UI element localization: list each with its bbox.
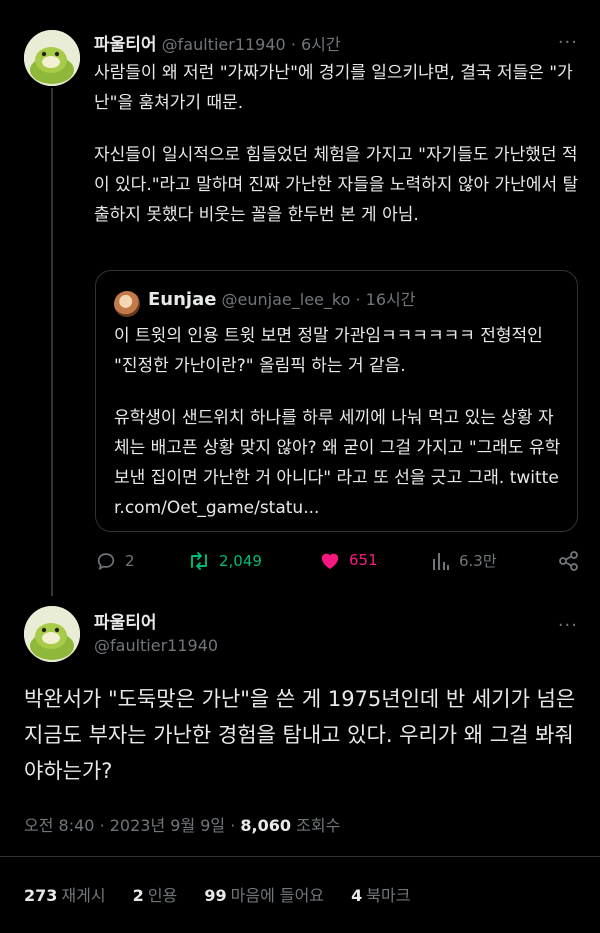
quote-author-name: Eunjae bbox=[148, 289, 217, 310]
author-name[interactable]: 파울티어 bbox=[94, 35, 157, 55]
stat-label: 인용 bbox=[147, 886, 178, 905]
quote-text-paragraph-1: 이 트윗의 인용 트윗 보면 정말 가관임ㅋㅋㅋㅋㅋㅋ 전형적인 "진정한 가난… bbox=[114, 326, 543, 376]
quote-time: 16시간 bbox=[365, 290, 416, 309]
quote-author-avatar bbox=[114, 291, 140, 317]
reply-author-avatar[interactable] bbox=[24, 606, 80, 662]
like-stat[interactable]: 99 마음에 들어요 bbox=[204, 886, 324, 905]
tweet-action-bar: 2 2,049 651 6.3만 bbox=[95, 548, 580, 576]
quoted-tweet[interactable]: Eunjae @eunjae_lee_ko · 16시간 이 트윗의 인용 트윗… bbox=[95, 270, 578, 532]
separator-dot: · bbox=[290, 35, 296, 54]
stat-label: 재게시 bbox=[61, 886, 106, 905]
divider bbox=[0, 856, 600, 857]
thread-line bbox=[51, 88, 53, 596]
quote-text-paragraph-2: 유학생이 샌드위치 하나를 하루 세끼에 나눠 먹고 있는 상황 자체는 배고픈… bbox=[114, 408, 561, 518]
like-count: 651 bbox=[349, 551, 378, 569]
stat-label: 마음에 들어요 bbox=[230, 886, 325, 905]
retweet-button[interactable]: 2,049 bbox=[187, 550, 262, 572]
heart-icon bbox=[321, 553, 339, 570]
reply-stats: 273 재게시 2 인용 99 마음에 들어요 4 북마크 bbox=[24, 882, 432, 906]
share-button[interactable] bbox=[558, 550, 580, 572]
separator-dot: · bbox=[230, 816, 241, 835]
author-handle[interactable]: @faultier11940 bbox=[162, 35, 286, 54]
views-chart-icon bbox=[433, 552, 449, 570]
stat-number: 273 bbox=[24, 886, 58, 905]
views-count: 6.3만 bbox=[459, 552, 497, 570]
reply-text: 박완서가 "도둑맞은 가난"을 쓴 게 1975년인데 반 세기가 넘은 지금도… bbox=[24, 687, 576, 783]
retweet-icon bbox=[191, 552, 207, 570]
stat-label: 북마크 bbox=[366, 886, 411, 905]
separator-dot: · bbox=[355, 290, 361, 309]
tweet-text-paragraph-1: 사람들이 왜 저런 "가짜가난"에 경기를 일으키냐면, 결국 저들은 "가난"… bbox=[94, 63, 573, 113]
reply-more-options-icon[interactable]: ··· bbox=[558, 615, 578, 636]
quote-author-handle: @eunjae_lee_ko bbox=[221, 290, 351, 309]
views-button[interactable]: 6.3만 bbox=[431, 550, 497, 571]
reply-icon bbox=[97, 553, 115, 570]
reply-author-name[interactable]: 파울티어 bbox=[94, 608, 157, 633]
separator-dot: · bbox=[99, 816, 110, 835]
like-button[interactable]: 651 bbox=[319, 550, 378, 570]
retweet-count: 2,049 bbox=[219, 552, 262, 570]
tweet-header: 파울티어 @faultier11940 · 6시간 bbox=[94, 30, 341, 55]
repost-stat[interactable]: 273 재게시 bbox=[24, 886, 106, 905]
quote-stat[interactable]: 2 인용 bbox=[133, 886, 178, 905]
stat-number: 99 bbox=[204, 886, 227, 905]
tweet-text-paragraph-2: 자신들이 일시적으로 힘들었던 체험을 가지고 "자기들도 가난했던 적이 있다… bbox=[94, 145, 579, 225]
more-options-icon[interactable]: ··· bbox=[558, 32, 578, 53]
reply-views-count: 8,060 bbox=[240, 816, 292, 835]
reply-count: 2 bbox=[125, 552, 135, 570]
reply-button[interactable]: 2 bbox=[95, 550, 135, 572]
tweet-time[interactable]: 6시간 bbox=[301, 35, 341, 54]
author-avatar[interactable] bbox=[24, 30, 80, 86]
stat-number: 4 bbox=[351, 886, 363, 905]
reply-author-handle[interactable]: @faultier11940 bbox=[94, 636, 218, 655]
quote-header: Eunjae @eunjae_lee_ko · 16시간 bbox=[148, 286, 415, 310]
bookmark-stat[interactable]: 4 북마크 bbox=[351, 886, 410, 905]
share-icon bbox=[559, 551, 578, 571]
frog-avatar-icon bbox=[24, 30, 80, 86]
reply-date[interactable]: 2023년 9월 9일 bbox=[110, 816, 225, 835]
frog-avatar-icon bbox=[24, 606, 80, 662]
stat-number: 2 bbox=[132, 886, 144, 905]
reply-time[interactable]: 오전 8:40 bbox=[24, 816, 94, 835]
reply-metadata: 오전 8:40 · 2023년 9월 9일 · 8,060 조회수 bbox=[24, 812, 340, 836]
reply-views-label: 조회수 bbox=[296, 816, 341, 835]
